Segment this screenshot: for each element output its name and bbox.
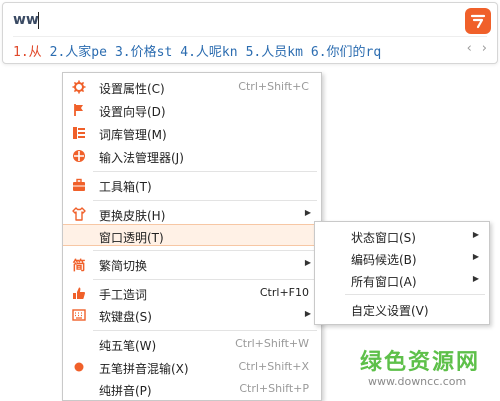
keyboard-icon bbox=[72, 308, 86, 322]
next-page-icon[interactable]: › bbox=[482, 41, 487, 56]
submenu-arrow-icon: ▶ bbox=[304, 309, 311, 318]
shirt-icon bbox=[72, 207, 86, 221]
candidate-1[interactable]: 1.从 bbox=[13, 41, 42, 60]
submenu-item-label: 自定义设置(V) bbox=[351, 304, 429, 318]
candidate-pager: ‹ › bbox=[467, 41, 487, 56]
menu-item-label: 更换皮肤(H) bbox=[99, 209, 166, 223]
menu-divider bbox=[93, 171, 317, 172]
menu-item-ime-manager[interactable]: 输入法管理器(J) bbox=[63, 145, 321, 167]
menu-divider bbox=[93, 200, 317, 201]
flag-icon bbox=[72, 103, 86, 117]
candidate-3[interactable]: 3.价格st bbox=[115, 41, 172, 60]
menu-item-label: 软键盘(S) bbox=[99, 310, 152, 324]
ime-manager-icon bbox=[72, 149, 86, 163]
menu-item-shortcut: Ctrl+Shift+X bbox=[238, 360, 309, 373]
menu-item-dictionary[interactable]: 词库管理(M) bbox=[63, 122, 321, 144]
menu-item-label: 设置向导(D) bbox=[99, 105, 166, 119]
submenu-arrow-icon: ▶ bbox=[472, 252, 479, 261]
candidate-4[interactable]: 4.人呢kn bbox=[180, 41, 237, 60]
menu-item-settings[interactable]: 设置属性(C) Ctrl+Shift+C bbox=[63, 76, 321, 98]
submenu-item-label: 所有窗口(A) bbox=[351, 275, 417, 289]
menu-item-label: 纯五笔(W) bbox=[99, 339, 157, 353]
text-caret bbox=[38, 12, 39, 29]
menu-item-label: 手工造词 bbox=[99, 288, 148, 302]
candidate-list: 1.从 2.人家pe 3.价格st 4.人呢kn 5.人员km 6.你们的rq bbox=[13, 40, 389, 60]
menu-item-pure-wubi[interactable]: 纯五笔(W) Ctrl+Shift+W bbox=[63, 333, 321, 355]
menu-item-label: 工具箱(T) bbox=[99, 180, 152, 194]
menu-item-shortcut: Ctrl+Shift+P bbox=[239, 382, 309, 395]
submenu-arrow-icon: ▶ bbox=[304, 208, 311, 217]
ime-candidate-window: ww 1.从 2.人家pe 3.价格st 4.人呢kn 5.人员km 6.你们的… bbox=[2, 2, 498, 64]
transparency-submenu: 状态窗口(S) ▶ 编码候选(B) ▶ 所有窗口(A) ▶ 自定义设置(V) bbox=[314, 221, 490, 325]
menu-item-pure-pinyin[interactable]: 纯拼音(P) Ctrl+Shift+P bbox=[63, 378, 321, 400]
watermark-title: 绿色资源网 bbox=[360, 350, 481, 375]
dictionary-icon bbox=[72, 126, 86, 140]
submenu-arrow-icon: ▶ bbox=[472, 230, 479, 239]
candidate-6[interactable]: 6.你们的rq bbox=[311, 41, 381, 60]
menu-item-soft-keyboard[interactable]: 软键盘(S) ▶ bbox=[63, 304, 321, 326]
submenu-item-label: 编码候选(B) bbox=[351, 253, 417, 267]
submenu-item-candidate[interactable]: 编码候选(B) ▶ bbox=[315, 247, 489, 269]
menu-divider bbox=[93, 330, 317, 331]
menu-item-setup-wizard[interactable]: 设置向导(D) bbox=[63, 99, 321, 121]
menu-item-wubi-pinyin-mixed[interactable]: 五笔拼音混输(X) Ctrl+Shift+X bbox=[63, 356, 321, 378]
menu-item-traditional-simplified[interactable]: 简 繁简切换 ▶ bbox=[63, 253, 321, 275]
ime-logo-icon[interactable] bbox=[465, 8, 491, 34]
menu-item-label: 繁简切换 bbox=[99, 259, 148, 273]
menu-item-label: 词库管理(M) bbox=[99, 128, 167, 142]
menu-item-change-skin[interactable]: 更换皮肤(H) ▶ bbox=[63, 203, 321, 225]
context-menu: 设置属性(C) Ctrl+Shift+C 设置向导(D) 词库管理(M) 输入法… bbox=[62, 72, 322, 401]
candidate-5[interactable]: 5.人员km bbox=[246, 41, 303, 60]
menu-item-toolbox[interactable]: 工具箱(T) bbox=[63, 174, 321, 196]
ime-composition-input: ww bbox=[13, 12, 39, 28]
submenu-item-custom-settings[interactable]: 自定义设置(V) bbox=[315, 298, 489, 320]
submenu-arrow-icon: ▶ bbox=[472, 274, 479, 283]
submenu-item-label: 状态窗口(S) bbox=[351, 231, 416, 245]
menu-item-label: 五笔拼音混输(X) bbox=[99, 362, 189, 376]
traditional-icon: 简 bbox=[72, 258, 86, 274]
menu-item-shortcut: Ctrl+Shift+W bbox=[235, 337, 309, 350]
submenu-divider bbox=[345, 294, 485, 295]
submenu-item-status-window[interactable]: 状态窗口(S) ▶ bbox=[315, 225, 489, 247]
menu-item-label: 设置属性(C) bbox=[99, 82, 165, 96]
watermark: 绿色资源网 www.downcc.com bbox=[360, 344, 490, 394]
menu-item-label: 窗口透明(T) bbox=[99, 231, 164, 245]
menu-item-shortcut: Ctrl+Shift+C bbox=[238, 80, 309, 93]
menu-divider bbox=[93, 250, 317, 251]
menu-item-window-transparency[interactable]: 窗口透明(T) bbox=[63, 224, 321, 246]
toolbox-icon bbox=[72, 178, 86, 192]
submenu-item-all-windows[interactable]: 所有窗口(A) ▶ bbox=[315, 269, 489, 291]
watermark-url: www.downcc.com bbox=[368, 375, 467, 388]
submenu-arrow-icon: ▶ bbox=[304, 258, 311, 267]
hand-icon bbox=[72, 286, 86, 300]
gear-icon bbox=[72, 80, 86, 94]
menu-item-shortcut: Ctrl+F10 bbox=[259, 286, 309, 299]
selected-dot-icon bbox=[72, 360, 86, 374]
menu-item-manual-word[interactable]: 手工造词 Ctrl+F10 bbox=[63, 282, 321, 304]
prev-page-icon[interactable]: ‹ bbox=[467, 41, 472, 56]
menu-item-label: 输入法管理器(J) bbox=[99, 151, 184, 165]
candidate-2[interactable]: 2.人家pe bbox=[50, 41, 107, 60]
ime-divider bbox=[13, 36, 487, 37]
menu-divider bbox=[93, 279, 317, 280]
menu-item-label: 纯拼音(P) bbox=[99, 384, 152, 398]
